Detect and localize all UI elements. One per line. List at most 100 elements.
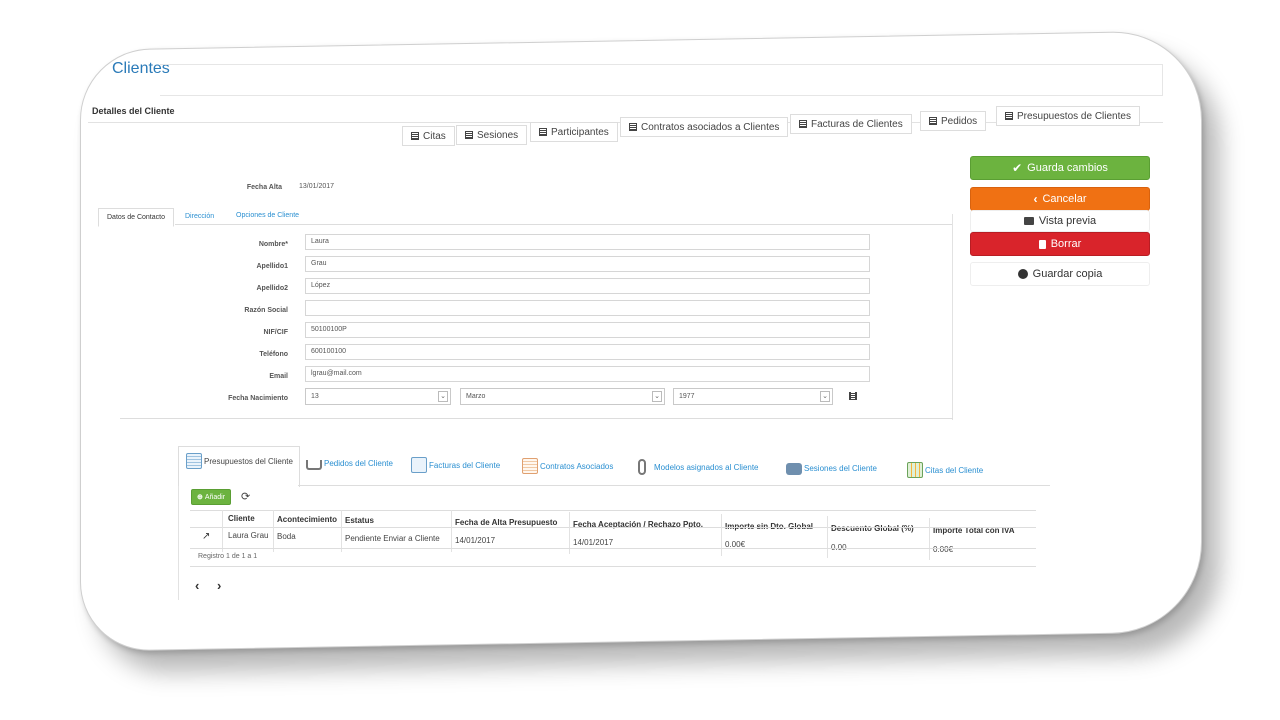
nombre-label: Nombre*: [258, 241, 288, 248]
calendar-grid-icon: [907, 462, 923, 478]
btab-label: Modelos asignados al Cliente: [654, 462, 759, 472]
save-button[interactable]: ✔ Guarda cambios: [970, 156, 1150, 180]
print-icon: [1023, 217, 1034, 225]
btab-label: Citas del Cliente: [925, 465, 984, 475]
refresh-icon[interactable]: ⟳: [241, 490, 250, 503]
col-cliente[interactable]: Cliente: [228, 514, 255, 523]
btab-presupuestos[interactable]: Presupuestos del Cliente: [186, 453, 293, 469]
chevron-down-icon: ⌄: [652, 391, 662, 402]
chevron-left-icon: ‹: [1033, 192, 1038, 206]
fecha-alta-label: Fecha Alta: [246, 184, 282, 191]
records-count: Registro 1 de 1 a 1: [198, 553, 258, 560]
birth-month-select[interactable]: Marzo ⌄: [460, 388, 665, 405]
btab-label: Contratos Asociados: [540, 461, 614, 471]
col-divider: [341, 510, 342, 552]
apellido2-input[interactable]: López: [305, 278, 870, 294]
table-row-border: [190, 548, 1036, 549]
form-tab-opciones[interactable]: Opciones de Cliente: [236, 212, 299, 219]
col-divider: [827, 516, 828, 558]
cell-fecha-aceptacion: 14/01/2017: [573, 538, 614, 547]
preview-button[interactable]: Vista previa: [970, 210, 1150, 232]
spreadsheet-icon: [186, 453, 202, 469]
trash-icon: [1038, 239, 1046, 249]
col-divider: [451, 510, 452, 552]
cell-estatus: Pendiente Enviar a Cliente: [345, 534, 440, 543]
pager-prev-button[interactable]: ‹: [195, 578, 199, 593]
btab-modelos[interactable]: Modelos asignados al Cliente: [638, 459, 759, 475]
cell-importe-total: 0.00€: [933, 545, 954, 554]
tab-facturas[interactable]: Facturas de Clientes: [790, 114, 912, 134]
email-label: Email: [269, 373, 288, 380]
birth-day-value: 13: [311, 393, 319, 400]
tab-contratos[interactable]: Contratos asociados a Clientes: [620, 117, 789, 137]
btab-sesiones[interactable]: Sesiones del Cliente: [786, 461, 877, 475]
razon-social-label: Razón Social: [244, 307, 288, 314]
tab-label: Pedidos: [941, 115, 978, 127]
list-icon: [629, 123, 637, 131]
table-bottom-border: [190, 566, 1036, 567]
calendar-icon[interactable]: [848, 391, 858, 401]
col-divider: [721, 514, 722, 556]
btab-citas[interactable]: Citas del Cliente: [907, 462, 983, 478]
tab-label: Sesiones: [477, 129, 519, 141]
tab-participantes[interactable]: Participantes: [530, 122, 618, 142]
btab-contratos[interactable]: Contratos Asociados: [522, 458, 613, 474]
external-link-icon[interactable]: ↗: [202, 531, 210, 542]
col-estatus[interactable]: Estatus: [345, 516, 374, 525]
tab-citas[interactable]: Citas: [402, 126, 455, 146]
form-panel-border: [952, 214, 953, 420]
circle-arrow-icon: [1017, 269, 1028, 279]
btab-pedidos[interactable]: Pedidos del Cliente: [306, 456, 393, 470]
title-bar-outline: [160, 64, 1163, 96]
list-icon: [799, 120, 807, 128]
pager-next-button[interactable]: ›: [217, 578, 221, 593]
nif-input[interactable]: 50100100P: [305, 322, 870, 338]
delete-button[interactable]: Borrar: [970, 232, 1150, 256]
btab-label: Presupuestos del Cliente: [204, 456, 293, 466]
tab-pedidos[interactable]: Pedidos: [920, 111, 987, 131]
table-header-border: [190, 527, 1036, 528]
birth-year-select[interactable]: 1977 ⌄: [673, 388, 833, 405]
bottom-panel-border: [178, 486, 179, 600]
razon-social-input[interactable]: [305, 300, 870, 316]
tab-presupuestos[interactable]: Presupuestos de Clientes: [996, 106, 1140, 126]
form-bottom-divider: [120, 418, 953, 419]
birth-day-select[interactable]: 13 ⌄: [305, 388, 451, 405]
form-tab-contacto[interactable]: Datos de Contacto: [98, 208, 174, 227]
form-tab-divider: [175, 224, 953, 225]
add-button-label: Añadir: [204, 493, 226, 501]
check-icon: ✔: [1012, 161, 1023, 175]
email-input[interactable]: lgrau@mail.com: [305, 366, 870, 382]
btab-facturas[interactable]: Facturas del Cliente: [411, 457, 500, 473]
fecha-nacimiento-label: Fecha Nacimiento: [228, 395, 288, 402]
apellido1-input[interactable]: Grau: [305, 256, 870, 272]
birth-month-value: Marzo: [466, 393, 486, 400]
cancel-button-label: Cancelar: [1042, 193, 1087, 205]
cell-cliente: Laura Grau: [228, 531, 269, 540]
tab-label: Presupuestos de Clientes: [1017, 110, 1131, 122]
cancel-button[interactable]: ‹ Cancelar: [970, 187, 1150, 211]
list-icon: [1005, 112, 1013, 120]
add-button[interactable]: ⊕ Añadir: [191, 489, 231, 505]
camera-icon: [786, 463, 802, 475]
list-icon: [411, 132, 419, 140]
telefono-input[interactable]: 600100100: [305, 344, 870, 360]
col-descuento[interactable]: Descuento Global (%): [831, 524, 914, 533]
tab-label: Contratos asociados a Clientes: [641, 121, 780, 133]
paperclip-icon: [638, 459, 646, 475]
invoice-search-icon: [411, 457, 427, 473]
col-fecha-alta[interactable]: Fecha de Alta Presupuesto: [455, 518, 557, 527]
col-divider: [222, 510, 223, 552]
col-divider: [929, 518, 930, 560]
list-icon: [539, 128, 547, 136]
col-acontecimiento[interactable]: Acontecimiento: [277, 515, 337, 524]
list-icon: [929, 117, 937, 125]
shopping-cart-icon: [306, 460, 322, 470]
tab-sesiones[interactable]: Sesiones: [456, 125, 528, 145]
save-copy-button[interactable]: Guardar copia: [970, 262, 1150, 286]
col-divider: [273, 510, 274, 552]
nombre-input[interactable]: Laura: [305, 234, 870, 250]
tab-label: Citas: [423, 130, 446, 142]
form-tab-direccion[interactable]: Dirección: [185, 213, 214, 220]
btab-label: Sesiones del Cliente: [804, 463, 877, 473]
